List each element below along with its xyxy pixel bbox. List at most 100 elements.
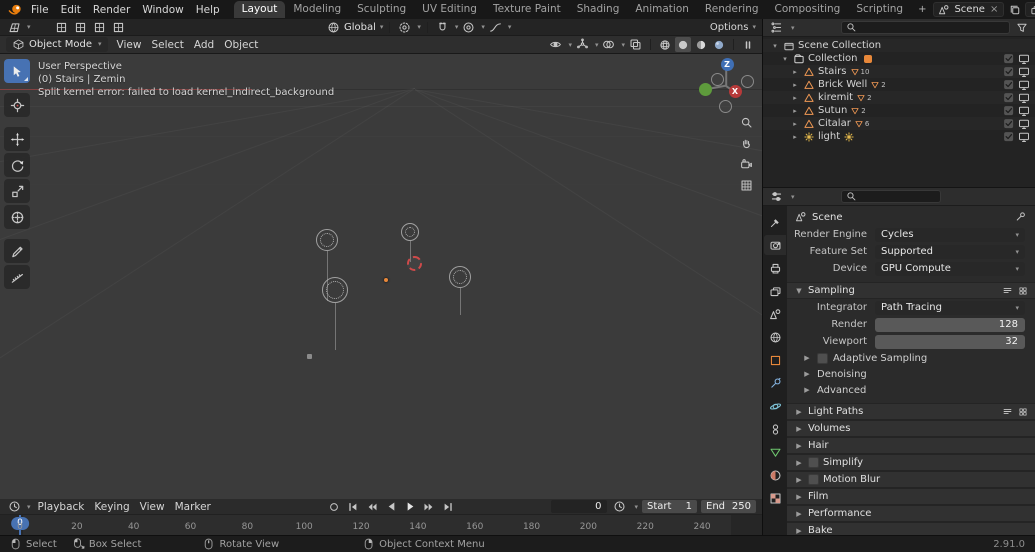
exclude-checkbox[interactable] — [1003, 53, 1015, 65]
outliner-row[interactable]: ▸ kiremit 2 — [763, 91, 1035, 104]
shading-wireframe-icon[interactable] — [657, 37, 673, 52]
subsection-denoising[interactable]: ▶ Denoising — [787, 366, 1035, 382]
section-checkbox[interactable] — [808, 474, 819, 485]
navigation-gizmo[interactable]: ZX — [698, 57, 754, 113]
tool-rotate[interactable] — [4, 153, 30, 177]
object-origin-dot[interactable] — [384, 278, 388, 282]
menu-window[interactable]: Window — [136, 3, 189, 17]
small-object[interactable] — [307, 354, 312, 359]
section-header-volumes[interactable]: ▶ Volumes — [787, 420, 1035, 437]
hide-in-viewport-icon[interactable] — [1018, 66, 1030, 78]
properties-tab-scene[interactable] — [764, 304, 786, 324]
header-grid-icon-2[interactable] — [72, 20, 89, 35]
properties-tab-view-layer[interactable] — [764, 281, 786, 301]
workspace-tab-compositing[interactable]: Compositing — [767, 1, 849, 18]
field-viewport[interactable]: 32 — [875, 334, 1025, 349]
menu-edit[interactable]: Edit — [55, 3, 87, 17]
subsection-checkbox[interactable] — [817, 352, 828, 364]
unlink-scene-icon[interactable]: × — [989, 4, 999, 15]
outliner-row[interactable]: ▸ Stairs 10 — [763, 65, 1035, 78]
section-header-performance[interactable]: ▶ Performance — [787, 505, 1035, 522]
properties-tab-constraints[interactable] — [764, 419, 786, 439]
header-grid-icon-4[interactable] — [110, 20, 127, 35]
gizmo-axis-neg-x[interactable] — [710, 72, 724, 86]
editor-type-properties-icon[interactable] — [768, 189, 785, 204]
empty-sphere-object[interactable] — [322, 277, 348, 303]
shading-rendered-icon[interactable] — [711, 37, 727, 52]
workspace-tab-uv-editing[interactable]: UV Editing — [414, 1, 485, 18]
disclosure-icon[interactable]: ▸ — [790, 68, 800, 76]
zoom-icon[interactable] — [740, 116, 753, 129]
field-feature-set[interactable]: Supported ▾ — [875, 244, 1025, 259]
tool-select-box[interactable] — [4, 59, 30, 83]
gizmo-axis-neg-z[interactable] — [718, 99, 732, 113]
timeline-ruler[interactable]: 0 0 20 40 60 80 100 120 140 160 180 200 220 240 — [0, 515, 762, 535]
pause-icon[interactable] — [740, 37, 756, 52]
proportional-falloff-icon[interactable] — [487, 20, 504, 35]
presets-grid-icon[interactable] — [1018, 286, 1028, 296]
empty-sphere-object[interactable] — [316, 229, 338, 251]
tool-cursor[interactable] — [4, 93, 30, 117]
section-header-sampling[interactable]: ▼ Sampling — [787, 282, 1035, 299]
disclosure-icon[interactable]: ▸ — [790, 133, 800, 141]
start-frame-field[interactable]: Start 1 — [642, 500, 697, 513]
properties-tab-render[interactable] — [764, 235, 786, 255]
menu-file[interactable]: File — [25, 3, 55, 17]
transform-orientation-dropdown[interactable]: Global — [344, 22, 376, 33]
exclude-checkbox[interactable] — [1003, 79, 1015, 91]
editor-type-timeline-icon[interactable] — [6, 499, 23, 514]
disclosure-icon[interactable]: ▸ — [790, 81, 800, 89]
field-device[interactable]: GPU Compute ▾ — [875, 261, 1025, 276]
section-header-hair[interactable]: ▶ Hair — [787, 437, 1035, 454]
properties-search-input[interactable] — [859, 191, 936, 202]
3d-cursor[interactable] — [407, 256, 422, 271]
toggle-ortho-icon[interactable] — [740, 179, 753, 192]
workspace-tab-scripting[interactable]: Scripting — [848, 1, 911, 18]
empty-sphere-object[interactable] — [401, 223, 419, 241]
empty-sphere-object[interactable] — [449, 266, 471, 288]
timeline-menu-view[interactable]: View — [135, 500, 170, 514]
workspace-tab-shading[interactable]: Shading — [569, 1, 628, 18]
pin-icon[interactable] — [1015, 211, 1027, 223]
properties-tab-modifiers[interactable] — [764, 373, 786, 393]
field-render-engine[interactable]: Cycles ▾ — [875, 227, 1025, 242]
section-checkbox[interactable] — [808, 457, 819, 468]
outliner-row[interactable]: ▸ Brick Well 2 — [763, 78, 1035, 91]
gizmo-axis-z[interactable]: Z — [720, 57, 734, 71]
tool-annotate[interactable] — [4, 239, 30, 263]
workspace-tab-modeling[interactable]: Modeling — [285, 1, 349, 18]
disclosure-icon[interactable]: ▸ — [790, 107, 800, 115]
pivot-point-icon[interactable] — [396, 20, 413, 35]
hide-in-viewport-icon[interactable] — [1018, 131, 1030, 143]
current-frame-field[interactable]: 0 — [551, 500, 608, 513]
add-workspace-button[interactable]: + — [911, 4, 933, 15]
presets-list-icon[interactable] — [1002, 406, 1013, 417]
section-header-film[interactable]: ▶ Film — [787, 488, 1035, 505]
viewport-menu-select[interactable]: Select — [146, 38, 188, 52]
viewport-menu-add[interactable]: Add — [189, 38, 219, 52]
exclude-checkbox[interactable] — [1003, 105, 1015, 117]
properties-tab-texture[interactable] — [764, 488, 786, 508]
disclosure-icon[interactable]: ▸ — [790, 94, 800, 102]
gizmo-axis-x[interactable]: X — [728, 84, 742, 98]
workspace-tab-texture-paint[interactable]: Texture Paint — [485, 1, 569, 18]
end-frame-field[interactable]: End 250 — [701, 500, 756, 513]
jump-to-end-button[interactable] — [440, 500, 457, 513]
viewport-menu-view[interactable]: View — [112, 38, 147, 52]
exclude-checkbox[interactable] — [1003, 131, 1015, 143]
outliner-row[interactable]: ▾ Scene Collection — [763, 39, 1035, 52]
mode-selector[interactable]: Object Mode ▾ — [6, 37, 108, 52]
next-keyframe-button[interactable] — [421, 500, 438, 513]
hide-in-viewport-icon[interactable] — [1018, 118, 1030, 130]
options-dropdown[interactable]: Options — [710, 22, 749, 33]
workspace-tab-sculpting[interactable]: Sculpting — [349, 1, 414, 18]
outliner-row[interactable]: ▸ Citalar 6 — [763, 117, 1035, 130]
disclosure-icon[interactable]: ▸ — [790, 120, 800, 128]
presets-list-icon[interactable] — [1002, 285, 1013, 296]
disclosure-icon[interactable]: ▾ — [780, 55, 790, 63]
properties-tab-object[interactable] — [764, 350, 786, 370]
header-grid-icon-1[interactable] — [53, 20, 70, 35]
subsection-advanced[interactable]: ▶ Advanced — [787, 382, 1035, 398]
exclude-checkbox[interactable] — [1003, 118, 1015, 130]
snap-magnet-icon[interactable] — [434, 20, 451, 35]
